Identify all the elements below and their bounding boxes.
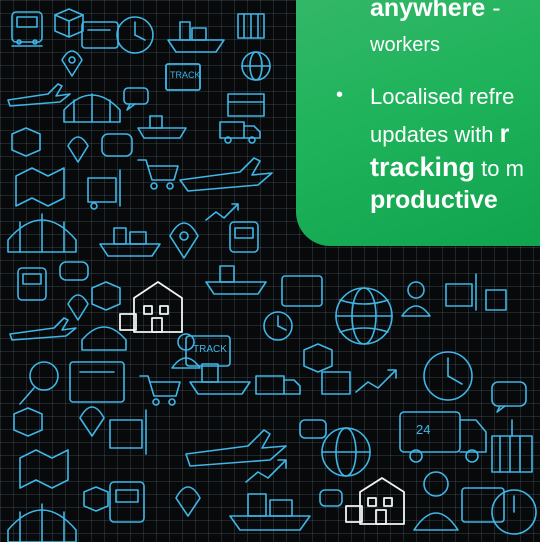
ship-icon [205, 265, 267, 295]
clock-label: 24 [416, 422, 431, 437]
house-icon [345, 477, 405, 525]
warehouse-icon [7, 213, 77, 253]
train-icon [17, 267, 47, 301]
forklift-icon [109, 409, 147, 455]
bullet-line-1: Localised refre [370, 84, 515, 109]
ship-icon [229, 493, 311, 531]
card-line-1-rest: - [485, 0, 501, 22]
clock-icon [491, 489, 537, 535]
bullet-line-3-rest: to m [475, 156, 524, 181]
clock-icon [263, 311, 293, 341]
container-icon [491, 419, 533, 473]
globe-icon [335, 287, 393, 345]
train-icon [229, 221, 259, 253]
trend-arrow-icon [205, 203, 239, 221]
map-pin-icon [79, 406, 105, 437]
map-pin-icon [175, 486, 201, 517]
tablet-icon [81, 21, 119, 49]
track-sign-label: TRACK [170, 70, 201, 80]
card-line-1-bold: anywhere [370, 0, 486, 22]
track-sign-label: TRACK [193, 344, 227, 355]
bullet-line-2-pre: updates with [370, 122, 500, 147]
trend-arrow-icon [355, 369, 397, 393]
box-icon [13, 407, 43, 437]
magnifier-icon [19, 361, 59, 405]
airplane-icon [179, 157, 273, 192]
airplane-icon [185, 429, 287, 467]
house-icon [119, 281, 183, 333]
card-line-1: anywhere - [370, 0, 501, 23]
forklift-icon [445, 273, 477, 311]
bullet-symbol: • [336, 84, 344, 106]
train-icon [109, 481, 145, 523]
clock-icon [423, 351, 473, 401]
tablet-icon [281, 275, 323, 307]
bullet-line-3-bold: tracking [370, 152, 476, 182]
bullet-line-2-bold: r [499, 120, 510, 148]
box-icon [11, 127, 41, 157]
map-pin-icon [67, 136, 89, 163]
forklift-icon [87, 169, 121, 210]
truck-icon [255, 375, 301, 395]
card-line-2: workers [370, 34, 441, 56]
airplane-icon [7, 83, 71, 107]
map-icon [15, 167, 65, 207]
ship-icon [137, 115, 187, 139]
ship-icon [99, 227, 161, 257]
chat-bubble-icon [491, 381, 527, 413]
box-icon [83, 486, 109, 512]
box-icon [303, 343, 333, 373]
chat-bubble-icon [59, 261, 89, 281]
trend-arrow-icon [245, 459, 287, 483]
map-pin-icon [67, 294, 89, 321]
map-icon [19, 449, 69, 489]
globe-icon [241, 51, 271, 81]
bullet-line-2: updates with r [370, 120, 509, 149]
airplane-icon [9, 317, 77, 341]
person-icon [401, 281, 431, 317]
map-pin-icon [169, 222, 199, 259]
info-card: anywhere - workers • Localised refre upd… [296, 0, 540, 246]
shopping-cart-icon [137, 159, 179, 190]
chat-bubble-icon [101, 133, 133, 157]
chat-bubble-icon [319, 489, 343, 507]
person-icon [413, 471, 459, 531]
tablet-icon [461, 487, 505, 523]
shopping-cart-icon [139, 375, 181, 406]
ship-icon [167, 21, 225, 53]
chat-bubble-icon [299, 419, 327, 439]
container-icon [321, 371, 351, 395]
box-icon [227, 93, 265, 117]
warehouse-icon [63, 93, 121, 123]
bullet-line-4: productive [370, 186, 498, 214]
box-icon [54, 8, 84, 38]
tablet-icon [69, 361, 125, 403]
bullet-line-3: tracking to m [370, 152, 524, 183]
container-icon [237, 13, 265, 39]
truck-icon [219, 121, 261, 144]
map-pin-icon [61, 50, 83, 77]
warehouse-icon [7, 503, 77, 542]
clock-icon [116, 16, 154, 54]
chat-bubble-icon [123, 87, 149, 111]
container-icon [485, 289, 507, 311]
globe-icon [321, 427, 371, 477]
train-icon [11, 11, 43, 47]
box-icon [91, 281, 121, 311]
truck-icon [399, 411, 487, 463]
